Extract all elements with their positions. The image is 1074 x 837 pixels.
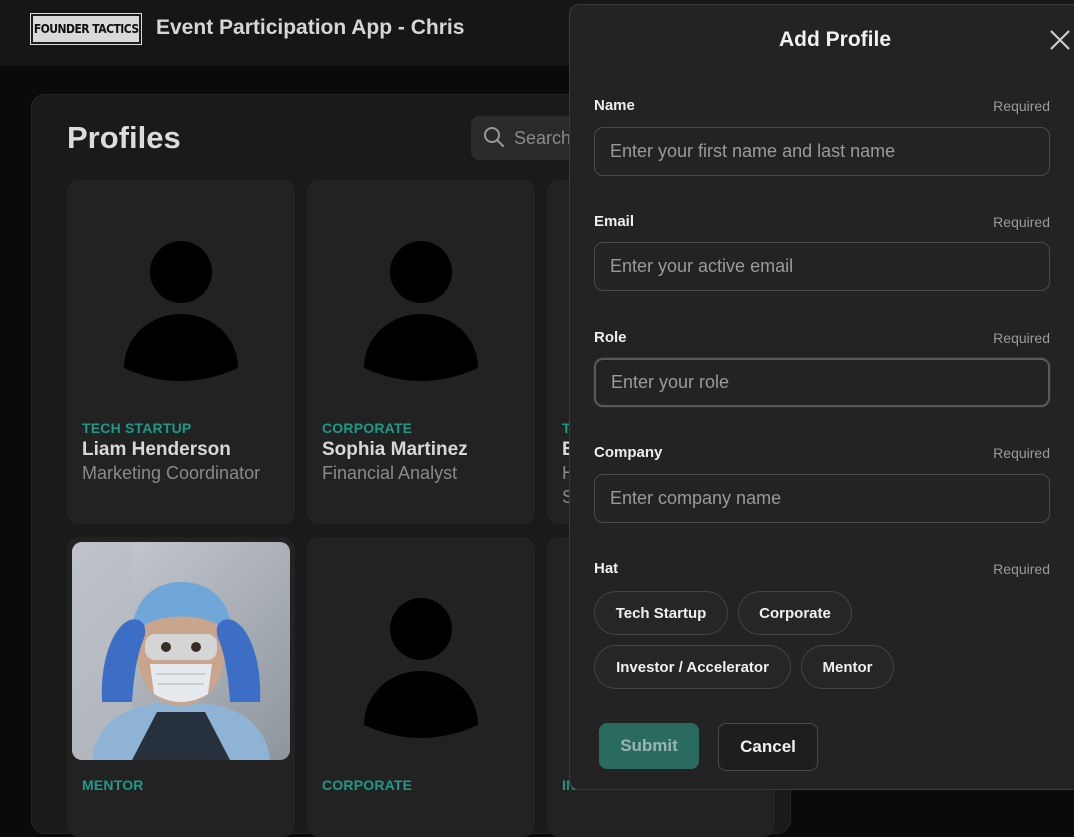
company-label: Company xyxy=(594,444,663,461)
profile-role: Marketing Coordinator xyxy=(82,463,261,483)
role-required: Required xyxy=(993,330,1050,346)
search-icon xyxy=(484,127,504,147)
profile-name: Liam Henderson xyxy=(82,439,231,460)
cancel-button[interactable]: Cancel xyxy=(718,723,818,771)
profile-hat: MENTOR xyxy=(82,777,144,793)
name-label: Name xyxy=(594,97,635,114)
profile-photo xyxy=(72,542,290,760)
add-profile-dialog: Add Profile Name Required Email Required… xyxy=(569,4,1074,790)
name-input[interactable] xyxy=(594,127,1050,176)
profile-card[interactable]: CORPORATE Sophia Martinez Financial Anal… xyxy=(307,180,535,524)
hat-option-investor-accelerator[interactable]: Investor / Accelerator xyxy=(594,645,791,689)
profile-name: Sophia Martinez xyxy=(322,439,468,460)
profile-card[interactable]: MENTOR xyxy=(67,537,295,837)
profile-hat: CORPORATE xyxy=(322,420,413,436)
submit-button[interactable]: Submit xyxy=(599,723,699,769)
avatar-placeholder-icon xyxy=(364,598,478,738)
founder-tactics-logo[interactable]: FOUNDER TACTICS xyxy=(30,13,142,45)
company-required: Required xyxy=(993,445,1050,461)
email-required: Required xyxy=(993,214,1050,230)
app-title: Event Participation App - Chris xyxy=(156,16,465,39)
page-title: Profiles xyxy=(67,120,181,155)
hat-option-corporate[interactable]: Corporate xyxy=(738,591,852,635)
avatar-placeholder-icon xyxy=(124,241,238,381)
profile-hat: TECH STARTUP xyxy=(82,420,192,436)
profile-card[interactable]: TECH STARTUP Liam Henderson Marketing Co… xyxy=(67,180,295,524)
hat-required: Required xyxy=(993,561,1050,577)
close-icon[interactable] xyxy=(1048,28,1072,52)
email-label: Email xyxy=(594,213,635,230)
profile-role: Financial Analyst xyxy=(322,463,458,483)
dialog-title: Add Profile xyxy=(779,28,892,51)
hat-option-mentor[interactable]: Mentor xyxy=(801,645,894,689)
name-required: Required xyxy=(993,98,1050,114)
avatar-placeholder-icon xyxy=(364,241,478,381)
profile-hat: CORPORATE xyxy=(322,777,413,793)
profile-card[interactable]: CORPORATE xyxy=(307,537,535,837)
email-input[interactable] xyxy=(594,242,1050,291)
hat-option-tech-startup[interactable]: Tech Startup xyxy=(594,591,728,635)
role-label: Role xyxy=(594,329,627,346)
search-input[interactable]: Search xyxy=(514,128,571,149)
logo-text: FOUNDER TACTICS xyxy=(33,22,139,36)
hat-label: Hat xyxy=(594,560,619,577)
company-input[interactable] xyxy=(594,474,1050,523)
role-input[interactable] xyxy=(594,358,1050,407)
